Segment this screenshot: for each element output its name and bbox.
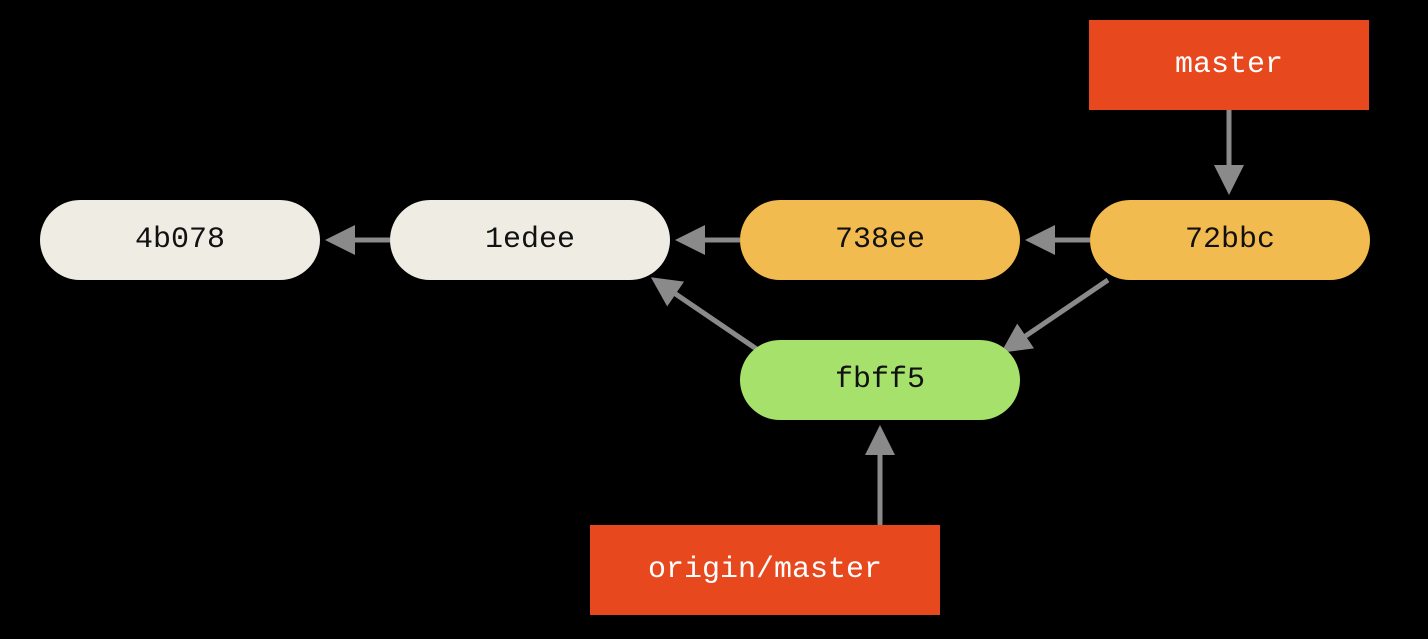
- branch-master-label: master: [1175, 48, 1283, 82]
- commit-4b078: 4b078: [40, 200, 320, 280]
- arrow-72bbc-to-fbff5: [1005, 280, 1108, 350]
- commit-4b078-label: 4b078: [135, 223, 225, 257]
- arrows: [330, 110, 1229, 525]
- commit-72bbc: 72bbc: [1090, 200, 1370, 280]
- commit-72bbc-label: 72bbc: [1185, 223, 1275, 257]
- commit-1edee: 1edee: [390, 200, 670, 280]
- branch-master: master: [1089, 20, 1369, 110]
- commit-738ee: 738ee: [740, 200, 1020, 280]
- branch-origin-master-label: origin/master: [648, 553, 882, 587]
- commit-738ee-label: 738ee: [835, 223, 925, 257]
- commit-1edee-label: 1edee: [485, 223, 575, 257]
- commit-fbff5-label: fbff5: [835, 363, 925, 397]
- commit-fbff5: fbff5: [740, 340, 1020, 420]
- git-commit-graph: master origin/master 4b078 1edee 738ee 7…: [0, 0, 1428, 639]
- branch-origin-master: origin/master: [590, 525, 940, 615]
- arrow-fbff5-to-1edee: [655, 280, 758, 350]
